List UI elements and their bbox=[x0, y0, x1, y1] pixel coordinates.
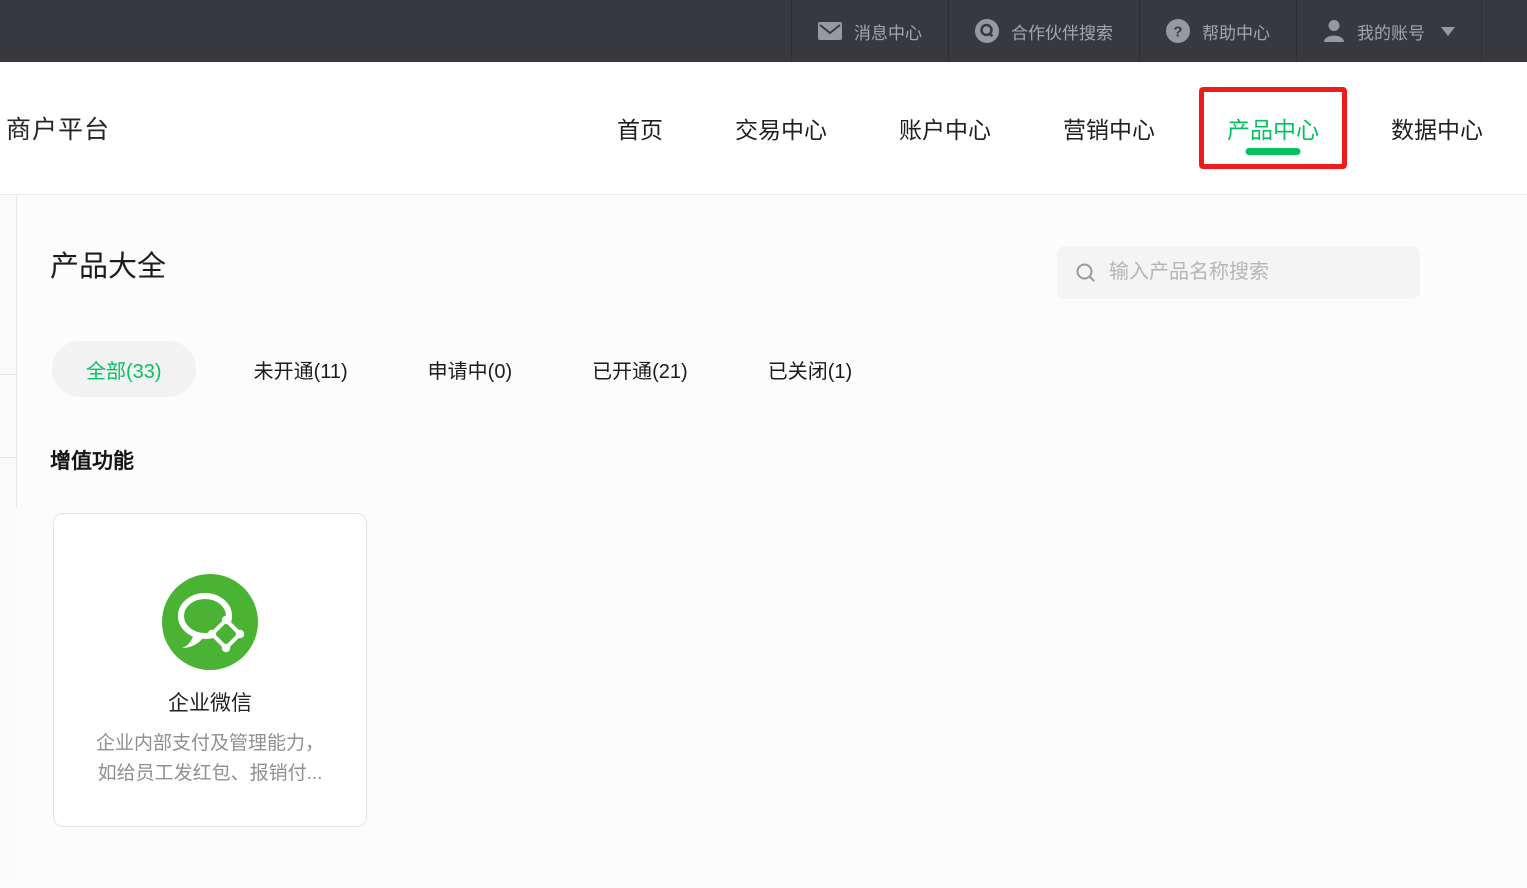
main-nav: 首页 交易中心 账户中心 营销中心 产品中心 数据中心 bbox=[617, 87, 1483, 169]
tab-not-activated[interactable]: 未开通(11) bbox=[254, 355, 348, 384]
nav-item-account-center[interactable]: 账户中心 bbox=[899, 111, 991, 145]
product-search-box[interactable] bbox=[1057, 246, 1420, 299]
search-input[interactable] bbox=[1109, 261, 1402, 284]
nav-item-product-center[interactable]: 产品中心 bbox=[1199, 87, 1347, 169]
brand-title: 商户平台 bbox=[6, 116, 111, 144]
sidebar-edge-line bbox=[16, 195, 17, 507]
search-icon bbox=[1075, 262, 1097, 284]
product-card-wecom[interactable]: 企业微信 企业内部支付及管理能力， 如给员工发红包、报销付... bbox=[53, 513, 367, 827]
topbar-item-help-center[interactable]: ? 帮助中心 bbox=[1139, 0, 1296, 62]
topbar-item-my-account[interactable]: 我的账号 bbox=[1296, 0, 1481, 62]
header: 商户平台 首页 交易中心 账户中心 营销中心 产品中心 数据中心 bbox=[0, 62, 1527, 195]
topbar-end-divider bbox=[1481, 0, 1527, 62]
chevron-down-icon bbox=[1441, 26, 1455, 36]
nav-item-transaction-center[interactable]: 交易中心 bbox=[735, 111, 827, 145]
topbar-item-label: 合作伙伴搜索 bbox=[1011, 23, 1113, 43]
filter-tabs: 全部(33) 未开通(11) 申请中(0) 已开通(21) 已关闭(1) bbox=[52, 341, 852, 397]
content-area: 产品大全 全部(33) 未开通(11) 申请中(0) 已开通(21) 已关闭(1… bbox=[0, 195, 1527, 888]
nav-item-data-center[interactable]: 数据中心 bbox=[1391, 111, 1483, 145]
product-description-line: 企业内部支付及管理能力， bbox=[95, 733, 324, 754]
nav-item-home[interactable]: 首页 bbox=[617, 111, 663, 145]
help-circle-icon: ? bbox=[1166, 19, 1190, 43]
active-tab-underline bbox=[1245, 148, 1301, 155]
tab-applying[interactable]: 申请中(0) bbox=[428, 355, 512, 384]
tab-closed[interactable]: 已关闭(1) bbox=[768, 355, 852, 384]
user-icon bbox=[1323, 19, 1345, 43]
product-description: 企业内部支付及管理能力， 如给员工发红包、报销付... bbox=[96, 729, 324, 789]
svg-text:?: ? bbox=[1173, 24, 1182, 41]
page-title: 产品大全 bbox=[50, 251, 167, 283]
topbar-item-partner-search[interactable]: 合作伙伴搜索 bbox=[948, 0, 1139, 62]
tab-all[interactable]: 全部(33) bbox=[52, 341, 196, 397]
tab-activated[interactable]: 已开通(21) bbox=[592, 355, 688, 384]
product-description-line: 如给员工发红包、报销付... bbox=[97, 763, 323, 784]
search-circle-icon bbox=[975, 19, 999, 43]
topbar: 消息中心 合作伙伴搜索 ? 帮助中心 我的账号 bbox=[0, 0, 1527, 62]
product-name: 企业微信 bbox=[168, 692, 252, 715]
topbar-item-label: 我的账号 bbox=[1357, 23, 1425, 43]
sidebar-edge-divider bbox=[0, 457, 16, 458]
mail-icon bbox=[818, 22, 842, 40]
nav-item-label: 产品中心 bbox=[1227, 117, 1319, 143]
wecom-icon bbox=[162, 574, 258, 670]
section-title-value-added: 增值功能 bbox=[50, 450, 134, 473]
sidebar-edge-divider bbox=[0, 374, 16, 375]
collapsed-sidebar-edge bbox=[0, 195, 16, 878]
topbar-item-label: 消息中心 bbox=[854, 23, 922, 43]
topbar-item-message-center[interactable]: 消息中心 bbox=[791, 0, 948, 62]
topbar-item-label: 帮助中心 bbox=[1202, 23, 1270, 43]
nav-item-marketing-center[interactable]: 营销中心 bbox=[1063, 111, 1155, 145]
